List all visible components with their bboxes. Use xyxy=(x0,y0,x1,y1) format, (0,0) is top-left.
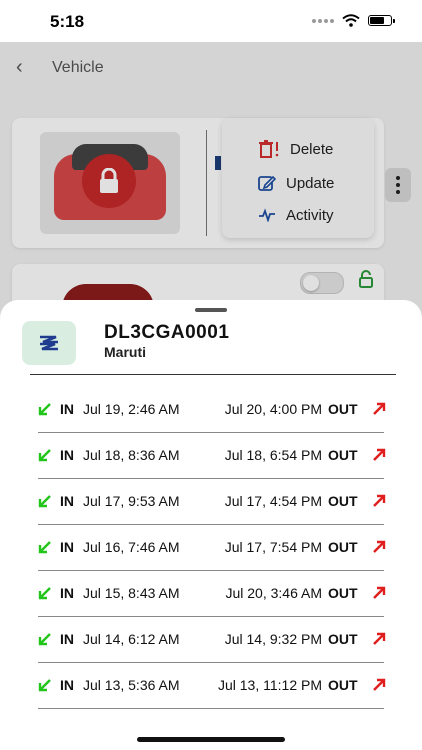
in-label: IN xyxy=(60,493,74,509)
status-time: 5:18 xyxy=(50,12,85,31)
in-time: Jul 14, 6:12 AM xyxy=(83,631,180,647)
in-time: Jul 15, 8:43 AM xyxy=(83,585,180,601)
out-label: OUT xyxy=(328,677,358,693)
status-bar: 5:18 xyxy=(0,0,422,42)
signal-icon xyxy=(312,18,334,23)
arrow-in-icon xyxy=(38,633,51,646)
in-label: IN xyxy=(60,447,74,463)
wifi-icon xyxy=(342,14,360,27)
in-label: IN xyxy=(60,401,74,417)
out-label: OUT xyxy=(328,585,358,601)
out-label: OUT xyxy=(328,539,358,555)
in-label: IN xyxy=(60,677,74,693)
out-time: Jul 20, 3:46 AM xyxy=(225,585,322,601)
out-time: Jul 14, 9:32 PM xyxy=(224,631,322,647)
arrow-out-icon xyxy=(373,494,386,507)
in-time: Jul 19, 2:46 AM xyxy=(83,401,180,417)
activity-row: IN Jul 17, 9:53 AM Jul 17, 4:54 PM OUT xyxy=(0,479,422,525)
arrow-out-icon xyxy=(373,586,386,599)
out-label: OUT xyxy=(328,401,358,417)
activity-list: IN Jul 19, 2:46 AM Jul 20, 4:00 PM OUT IN Jul… xyxy=(0,387,422,709)
out-label: OUT xyxy=(328,447,358,463)
out-time: Jul 18, 6:54 PM xyxy=(224,447,322,463)
arrow-in-icon xyxy=(38,495,51,508)
arrow-in-icon xyxy=(38,541,51,554)
in-time: Jul 16, 7:46 AM xyxy=(83,539,180,555)
header-divider xyxy=(30,374,396,375)
arrow-out-icon xyxy=(373,540,386,553)
activity-row: IN Jul 13, 5:36 AM Jul 13, 11:12 PM OUT xyxy=(0,663,422,709)
arrow-in-icon xyxy=(38,403,51,416)
in-label: IN xyxy=(60,631,74,647)
brand-logo xyxy=(22,321,76,365)
arrow-in-icon xyxy=(38,449,51,462)
in-time: Jul 13, 5:36 AM xyxy=(83,677,180,693)
in-time: Jul 18, 8:36 AM xyxy=(83,447,180,463)
suzuki-logo-icon xyxy=(40,335,58,351)
arrow-out-icon xyxy=(373,678,386,691)
arrow-in-icon xyxy=(38,587,51,600)
home-indicator xyxy=(137,737,285,742)
activity-row: IN Jul 15, 8:43 AM Jul 20, 3:46 AM OUT xyxy=(0,571,422,617)
out-time: Jul 17, 7:54 PM xyxy=(224,539,322,555)
out-time: Jul 20, 4:00 PM xyxy=(224,401,322,417)
battery-icon xyxy=(368,15,395,26)
activity-row: IN Jul 18, 8:36 AM Jul 18, 6:54 PM OUT xyxy=(0,433,422,479)
vehicle-brand: Maruti xyxy=(104,344,146,360)
out-time: Jul 13, 11:12 PM xyxy=(217,677,322,693)
in-label: IN xyxy=(60,585,74,601)
status-icons xyxy=(312,14,395,27)
sheet-grabber[interactable] xyxy=(195,308,227,312)
activity-sheet: DL3CGA0001 Maruti IN Jul 19, 2:46 AM Jul 2… xyxy=(0,300,422,750)
arrow-out-icon xyxy=(373,402,386,415)
out-time: Jul 17, 4:54 PM xyxy=(224,493,322,509)
in-label: IN xyxy=(60,539,74,555)
in-time: Jul 17, 9:53 AM xyxy=(83,493,180,509)
arrow-out-icon xyxy=(373,632,386,645)
out-label: OUT xyxy=(328,493,358,509)
activity-row: IN Jul 19, 2:46 AM Jul 20, 4:00 PM OUT xyxy=(0,387,422,433)
row-divider xyxy=(38,708,384,709)
vehicle-plate: DL3CGA0001 xyxy=(104,322,230,343)
arrow-in-icon xyxy=(38,679,51,692)
arrow-out-icon xyxy=(373,448,386,461)
activity-row: IN Jul 14, 6:12 AM Jul 14, 9:32 PM OUT xyxy=(0,617,422,663)
out-label: OUT xyxy=(328,631,358,647)
activity-row: IN Jul 16, 7:46 AM Jul 17, 7:54 PM OUT xyxy=(0,525,422,571)
